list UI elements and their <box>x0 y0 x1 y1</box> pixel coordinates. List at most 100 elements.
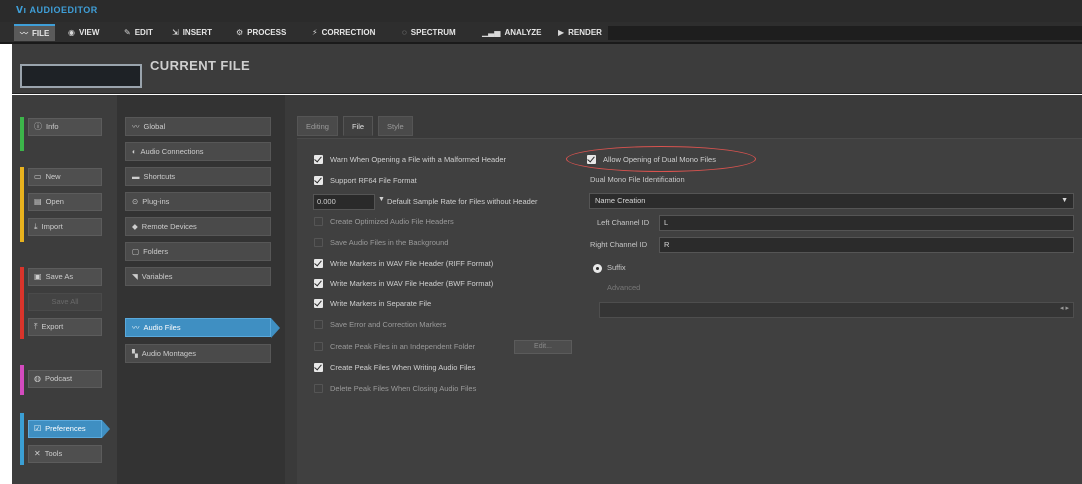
tab-style[interactable]: Style <box>378 116 413 136</box>
nav-import[interactable]: ⤓ Import <box>28 218 102 236</box>
peak-folder-edit-button[interactable]: Edit... <box>514 340 572 354</box>
optimized-headers-label: Create Optimized Audio File Headers <box>330 217 454 226</box>
file-tab-header: CURRENT FILE <box>12 44 1082 94</box>
edit-icon: ✎ <box>124 28 131 37</box>
variables-icon: ◥ <box>132 272 138 281</box>
current-file-box[interactable] <box>20 64 142 88</box>
menu-correction[interactable]: ⚡ CORRECTION <box>306 25 381 41</box>
insert-icon: ⇲ <box>172 28 179 37</box>
menu-render[interactable]: ▶ RENDER <box>552 25 608 41</box>
tab-file[interactable]: File <box>343 116 374 136</box>
app-logo-icon: ᐯı <box>16 5 27 15</box>
dropdown-arrow-icon[interactable]: ▼ <box>378 196 385 203</box>
suffix-radio[interactable] <box>593 264 602 273</box>
tab-editing[interactable]: Editing <box>297 116 338 136</box>
category-variables[interactable]: ◥ Variables <box>125 267 271 286</box>
checkbox-markers-separate[interactable] <box>314 299 323 308</box>
category-folders-label: Folders <box>143 247 169 256</box>
setting-markers-riff[interactable]: Write Markers in WAV File Header (RIFF F… <box>314 257 574 271</box>
checkbox-peak-independent[interactable] <box>314 342 323 351</box>
category-audio-montages[interactable]: ▚ Audio Montages <box>125 344 271 363</box>
category-folders[interactable]: ▢ Folders <box>125 242 271 261</box>
category-global[interactable]: 〰 Global <box>125 117 271 136</box>
category-audio-montages-label: Audio Montages <box>141 349 196 358</box>
new-icon: ▭ <box>34 172 42 181</box>
nav-preferences[interactable]: ☑ Preferences <box>28 420 110 438</box>
setting-warn-malformed[interactable]: Warn When Opening a File with a Malforme… <box>314 153 574 167</box>
setting-peak-writing[interactable]: Create Peak Files When Writing Audio Fil… <box>314 361 574 375</box>
category-remote-devices[interactable]: ◆ Remote Devices <box>125 217 271 236</box>
audio-montages-icon: ▚ <box>132 349 138 358</box>
checkbox-markers-bwf[interactable] <box>314 279 323 288</box>
correction-icon: ⚡ <box>312 28 318 37</box>
setting-optimized-headers[interactable]: Create Optimized Audio File Headers <box>314 215 574 229</box>
checkbox-markers-riff[interactable] <box>314 259 323 268</box>
nav-open[interactable]: ▤ Open <box>28 193 102 211</box>
peak-writing-label: Create Peak Files When Writing Audio Fil… <box>330 363 476 372</box>
category-plug-ins[interactable]: ⊙ Plug-ins <box>125 192 271 211</box>
save-as-icon: ▣ <box>34 272 42 281</box>
nav-save-as[interactable]: ▣ Save As <box>28 268 102 286</box>
category-audio-connections[interactable]: ◐ Audio Connections <box>125 142 271 161</box>
setting-markers-separate[interactable]: Write Markers in Separate File <box>314 297 574 311</box>
process-icon: ⚙ <box>236 28 244 37</box>
menu-process-label: PROCESS <box>247 28 287 37</box>
default-sample-rate-field[interactable]: 0.000 <box>313 194 375 210</box>
setting-markers-bwf[interactable]: Write Markers in WAV File Header (BWF Fo… <box>314 277 574 291</box>
left-channel-label: Left Channel ID <box>597 218 650 227</box>
nav-info[interactable]: ⓘ Info <box>28 118 102 136</box>
menu-analyze[interactable]: ▁▃▅ ANALYZE <box>476 25 548 41</box>
checkbox-peak-delete[interactable] <box>314 384 323 393</box>
nav-export[interactable]: ⤒ Export <box>28 318 102 336</box>
checkbox-warn-malformed[interactable] <box>314 155 323 164</box>
category-global-label: Global <box>143 122 166 131</box>
nav-podcast[interactable]: ◍ Podcast <box>28 370 102 388</box>
menu-view[interactable]: ◉ VIEW <box>62 25 105 41</box>
menu-spectrum-label: SPECTRUM <box>410 28 456 37</box>
page-title: CURRENT FILE <box>150 58 251 73</box>
checkbox-peak-writing[interactable] <box>314 363 323 372</box>
analyze-icon: ▁▃▅ <box>482 28 501 37</box>
plug-ins-icon: ⊙ <box>132 197 139 206</box>
setting-support-rf64[interactable]: Support RF64 File Format <box>314 174 574 188</box>
nav-save-all[interactable]: Save All <box>28 293 102 311</box>
checkbox-save-background[interactable] <box>314 238 323 247</box>
info-icon: ⓘ <box>34 122 42 131</box>
warn-malformed-label: Warn When Opening a File with a Malforme… <box>330 155 507 164</box>
right-channel-input[interactable]: R <box>659 237 1074 253</box>
checkbox-support-rf64[interactable] <box>314 176 323 185</box>
menu-process[interactable]: ⚙ PROCESS <box>230 25 292 41</box>
category-plug-ins-label: Plug-ins <box>142 197 170 206</box>
setting-peak-delete[interactable]: Delete Peak Files When Closing Audio Fil… <box>314 382 574 396</box>
menu-spectrum[interactable]: ◌ SPECTRUM <box>396 25 462 41</box>
spin-arrows-icon[interactable]: ◂ ▸ <box>1060 304 1069 312</box>
audio-files-icon: 〰 <box>132 323 140 332</box>
category-audio-files[interactable]: 〰 Audio Files <box>125 318 280 338</box>
category-shortcuts[interactable]: ▬ Shortcuts <box>125 167 271 186</box>
nav-group-strip-red <box>20 267 24 339</box>
preferences-icon: ☑ <box>34 424 42 433</box>
menu-insert-label: INSERT <box>182 28 213 37</box>
markers-riff-label: Write Markers in WAV File Header (RIFF F… <box>330 259 494 268</box>
nav-tools[interactable]: ✕ Tools <box>28 445 102 463</box>
setting-peak-independent[interactable]: Create Peak Files in an Independent Fold… <box>314 340 510 354</box>
setting-save-error-markers[interactable]: Save Error and Correction Markers <box>314 318 574 332</box>
nav-new[interactable]: ▭ New <box>28 168 102 186</box>
nav-group-strip-blue <box>20 413 24 465</box>
menu-file[interactable]: 〰 FILE <box>14 24 56 41</box>
advanced-label[interactable]: Advanced <box>607 283 640 292</box>
remote-devices-icon: ◆ <box>132 222 138 231</box>
dual-mono-mode-dropdown[interactable]: Name Creation ▼ <box>589 193 1074 209</box>
nav-import-label: Import <box>41 222 63 231</box>
left-channel-input[interactable]: L <box>659 215 1074 231</box>
ribbon-menu-bar: 〰 FILE ◉ VIEW ✎ EDIT ⇲ INSERT ⚙ PROCESS ⚡ CORR… <box>0 22 1082 44</box>
app-title-text: AUDIOEDITOR <box>29 5 98 15</box>
menu-insert[interactable]: ⇲ INSERT <box>166 25 218 41</box>
advanced-pattern-field[interactable]: ◂ ▸ <box>599 302 1074 318</box>
peak-independent-label: Create Peak Files in an Independent Fold… <box>330 342 476 351</box>
checkbox-save-error-markers[interactable] <box>314 320 323 329</box>
menu-edit[interactable]: ✎ EDIT <box>118 25 159 41</box>
category-variables-label: Variables <box>141 272 173 281</box>
setting-save-background[interactable]: Save Audio Files in the Background <box>314 236 574 250</box>
checkbox-optimized-headers[interactable] <box>314 217 323 226</box>
